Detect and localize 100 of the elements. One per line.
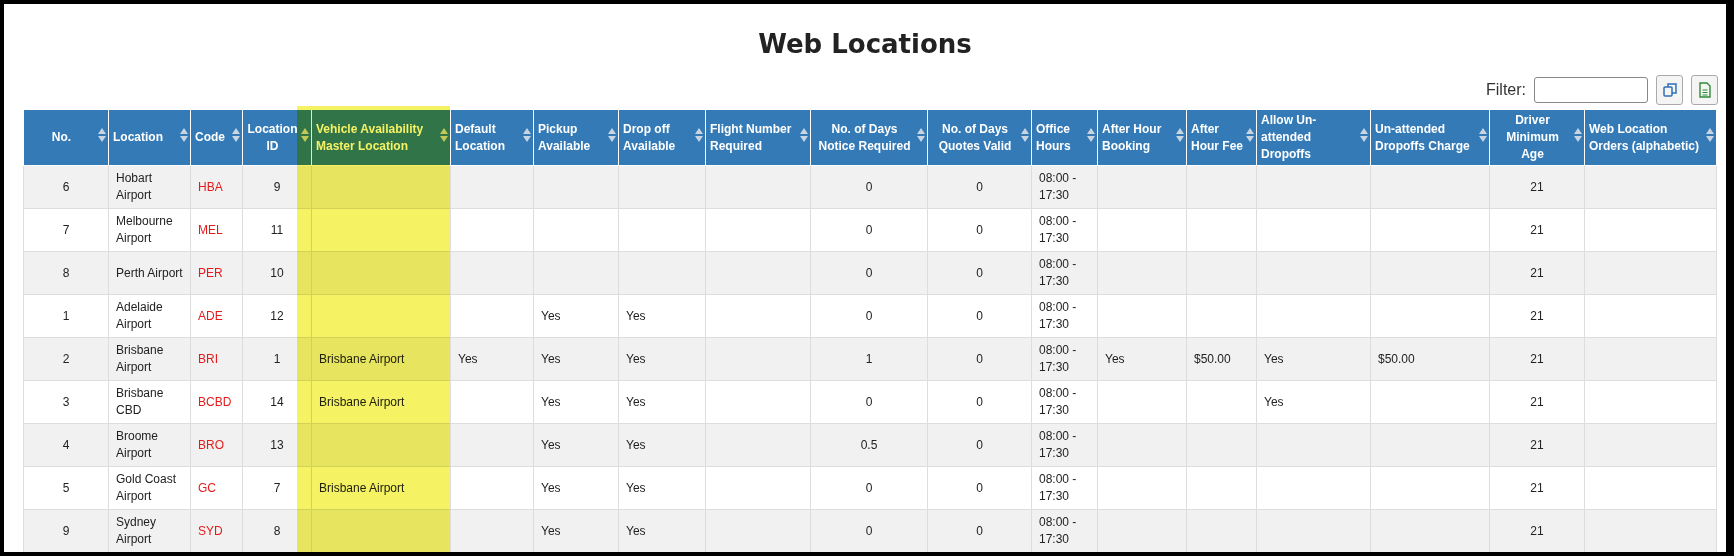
number-cell: 7 <box>62 222 70 237</box>
code-cell: SYD <box>198 523 223 538</box>
id-cell: 13 <box>270 437 284 452</box>
pickup-cell: Yes <box>541 437 561 452</box>
id-cell: 12 <box>270 308 284 323</box>
number-cell: 2 <box>62 351 70 366</box>
code-cell: BRI <box>198 351 218 366</box>
number-cell: 8 <box>62 265 70 280</box>
location-cell: Adelaide Airport <box>116 300 163 331</box>
dropoff-cell: Yes <box>626 523 646 538</box>
number-cell: 4 <box>62 437 70 452</box>
location-cell: Broome Airport <box>116 429 159 460</box>
id-cell: 11 <box>270 222 284 237</box>
notice-cell: 0 <box>865 265 873 280</box>
dropoffs-cell: Yes <box>1264 394 1284 409</box>
number-cell: 5 <box>62 480 70 495</box>
quotes-cell: 0 <box>976 351 983 366</box>
age-cell: 21 <box>1530 394 1544 409</box>
code-cell: GC <box>198 480 216 495</box>
location-cell: Sydney Airport <box>116 515 157 546</box>
quotes-cell: 0 <box>976 523 983 538</box>
pickup-cell: Yes <box>541 351 561 366</box>
notice-cell: 0 <box>865 480 873 495</box>
dropoff-cell: Yes <box>626 351 646 366</box>
quotes-cell: 0 <box>976 308 983 323</box>
code-cell: ADE <box>198 308 223 323</box>
column-header[interactable]: Flight Number Required <box>705 110 811 166</box>
notice-cell: 0 <box>865 523 873 538</box>
dropoff-cell: Yes <box>626 308 646 323</box>
location-cell: Perth Airport <box>116 265 183 280</box>
hours-cell: 08:00 - 17:30 <box>1039 343 1077 374</box>
notice-cell: 0 <box>865 222 873 237</box>
notice-cell: 0 <box>865 179 873 194</box>
quotes-cell: 0 <box>976 222 983 237</box>
page-title: Web Locations <box>757 28 973 61</box>
column-header[interactable]: No. <box>23 110 109 166</box>
location-cell: Brisbane CBD <box>116 386 164 417</box>
column-header[interactable]: Un-attended Dropoffs Charge <box>1370 110 1490 166</box>
copy-button[interactable] <box>1656 75 1683 105</box>
id-cell: 7 <box>273 480 281 495</box>
quotes-cell: 0 <box>976 265 983 280</box>
filter-label: Filter: <box>1486 81 1526 99</box>
code-cell: MEL <box>198 222 223 237</box>
number-cell: 3 <box>62 394 70 409</box>
age-cell: 21 <box>1530 308 1544 323</box>
column-header[interactable]: After Hour Booking <box>1097 110 1187 166</box>
spreadsheet-icon <box>1697 82 1712 98</box>
column-header[interactable]: After Hour Fee <box>1186 110 1257 166</box>
column-header[interactable]: Allow Un-attended Dropoffs <box>1256 110 1371 166</box>
hours-cell: 08:00 - 17:30 <box>1039 472 1077 503</box>
spreadsheet-button[interactable] <box>1691 75 1718 105</box>
number-cell: 1 <box>62 308 70 323</box>
pickup-cell: Yes <box>541 523 561 538</box>
hours-cell: 08:00 - 17:30 <box>1039 171 1077 202</box>
id-cell: 1 <box>273 351 281 366</box>
pickup-cell: Yes <box>541 394 561 409</box>
age-cell: 21 <box>1530 351 1544 366</box>
id-cell: 9 <box>273 179 281 194</box>
id-cell: 10 <box>270 265 284 280</box>
code-cell: BRO <box>198 437 224 452</box>
column-header[interactable]: No. of Days Quotes Valid <box>927 110 1032 166</box>
age-cell: 21 <box>1530 265 1544 280</box>
hours-cell: 08:00 - 17:30 <box>1039 257 1077 288</box>
hours-cell: 08:00 - 17:30 <box>1039 429 1077 460</box>
quotes-cell: 0 <box>976 179 983 194</box>
hours-cell: 08:00 - 17:30 <box>1039 214 1077 245</box>
id-cell: 14 <box>270 394 284 409</box>
location-cell: Hobart Airport <box>116 171 153 202</box>
pickup-cell: Yes <box>541 308 561 323</box>
column-header[interactable]: Location <box>108 110 191 166</box>
master-location-cell: Brisbane Airport <box>319 351 405 366</box>
code-cell: HBA <box>198 179 223 194</box>
column-header[interactable]: Pickup Available <box>533 110 619 166</box>
age-cell: 21 <box>1530 179 1544 194</box>
number-cell: 6 <box>62 179 70 194</box>
column-header[interactable]: Default Location <box>450 110 534 166</box>
quotes-cell: 0 <box>976 394 983 409</box>
filter-field[interactable] <box>1534 77 1648 103</box>
hours-cell: 08:00 - 17:30 <box>1039 386 1077 417</box>
fee-cell: $50.00 <box>1194 351 1231 366</box>
hours-cell: 08:00 - 17:30 <box>1039 515 1077 546</box>
master-location-cell: Brisbane Airport <box>319 480 405 495</box>
location-cell: Gold Coast Airport <box>116 472 177 503</box>
column-header[interactable]: Web Location Orders (alphabetic) <box>1584 110 1717 166</box>
hours-cell: 08:00 - 17:30 <box>1039 300 1077 331</box>
dropoffs-cell: Yes <box>1264 351 1284 366</box>
column-header[interactable]: Office Hours <box>1031 110 1098 166</box>
id-cell: 8 <box>273 523 281 538</box>
location-cell: Melbourne Airport <box>116 214 173 245</box>
column-header[interactable]: Driver Minimum Age <box>1489 110 1585 166</box>
notice-cell: 0 <box>865 394 873 409</box>
quotes-cell: 0 <box>976 437 983 452</box>
pickup-cell: Yes <box>541 480 561 495</box>
age-cell: 21 <box>1530 480 1544 495</box>
column-header[interactable]: Code <box>190 110 243 166</box>
code-cell: PER <box>198 265 223 280</box>
charge-cell: $50.00 <box>1378 351 1415 366</box>
age-cell: 21 <box>1530 437 1544 452</box>
column-header[interactable]: Drop off Available <box>618 110 706 166</box>
column-header[interactable]: No. of Days Notice Required <box>810 110 928 166</box>
